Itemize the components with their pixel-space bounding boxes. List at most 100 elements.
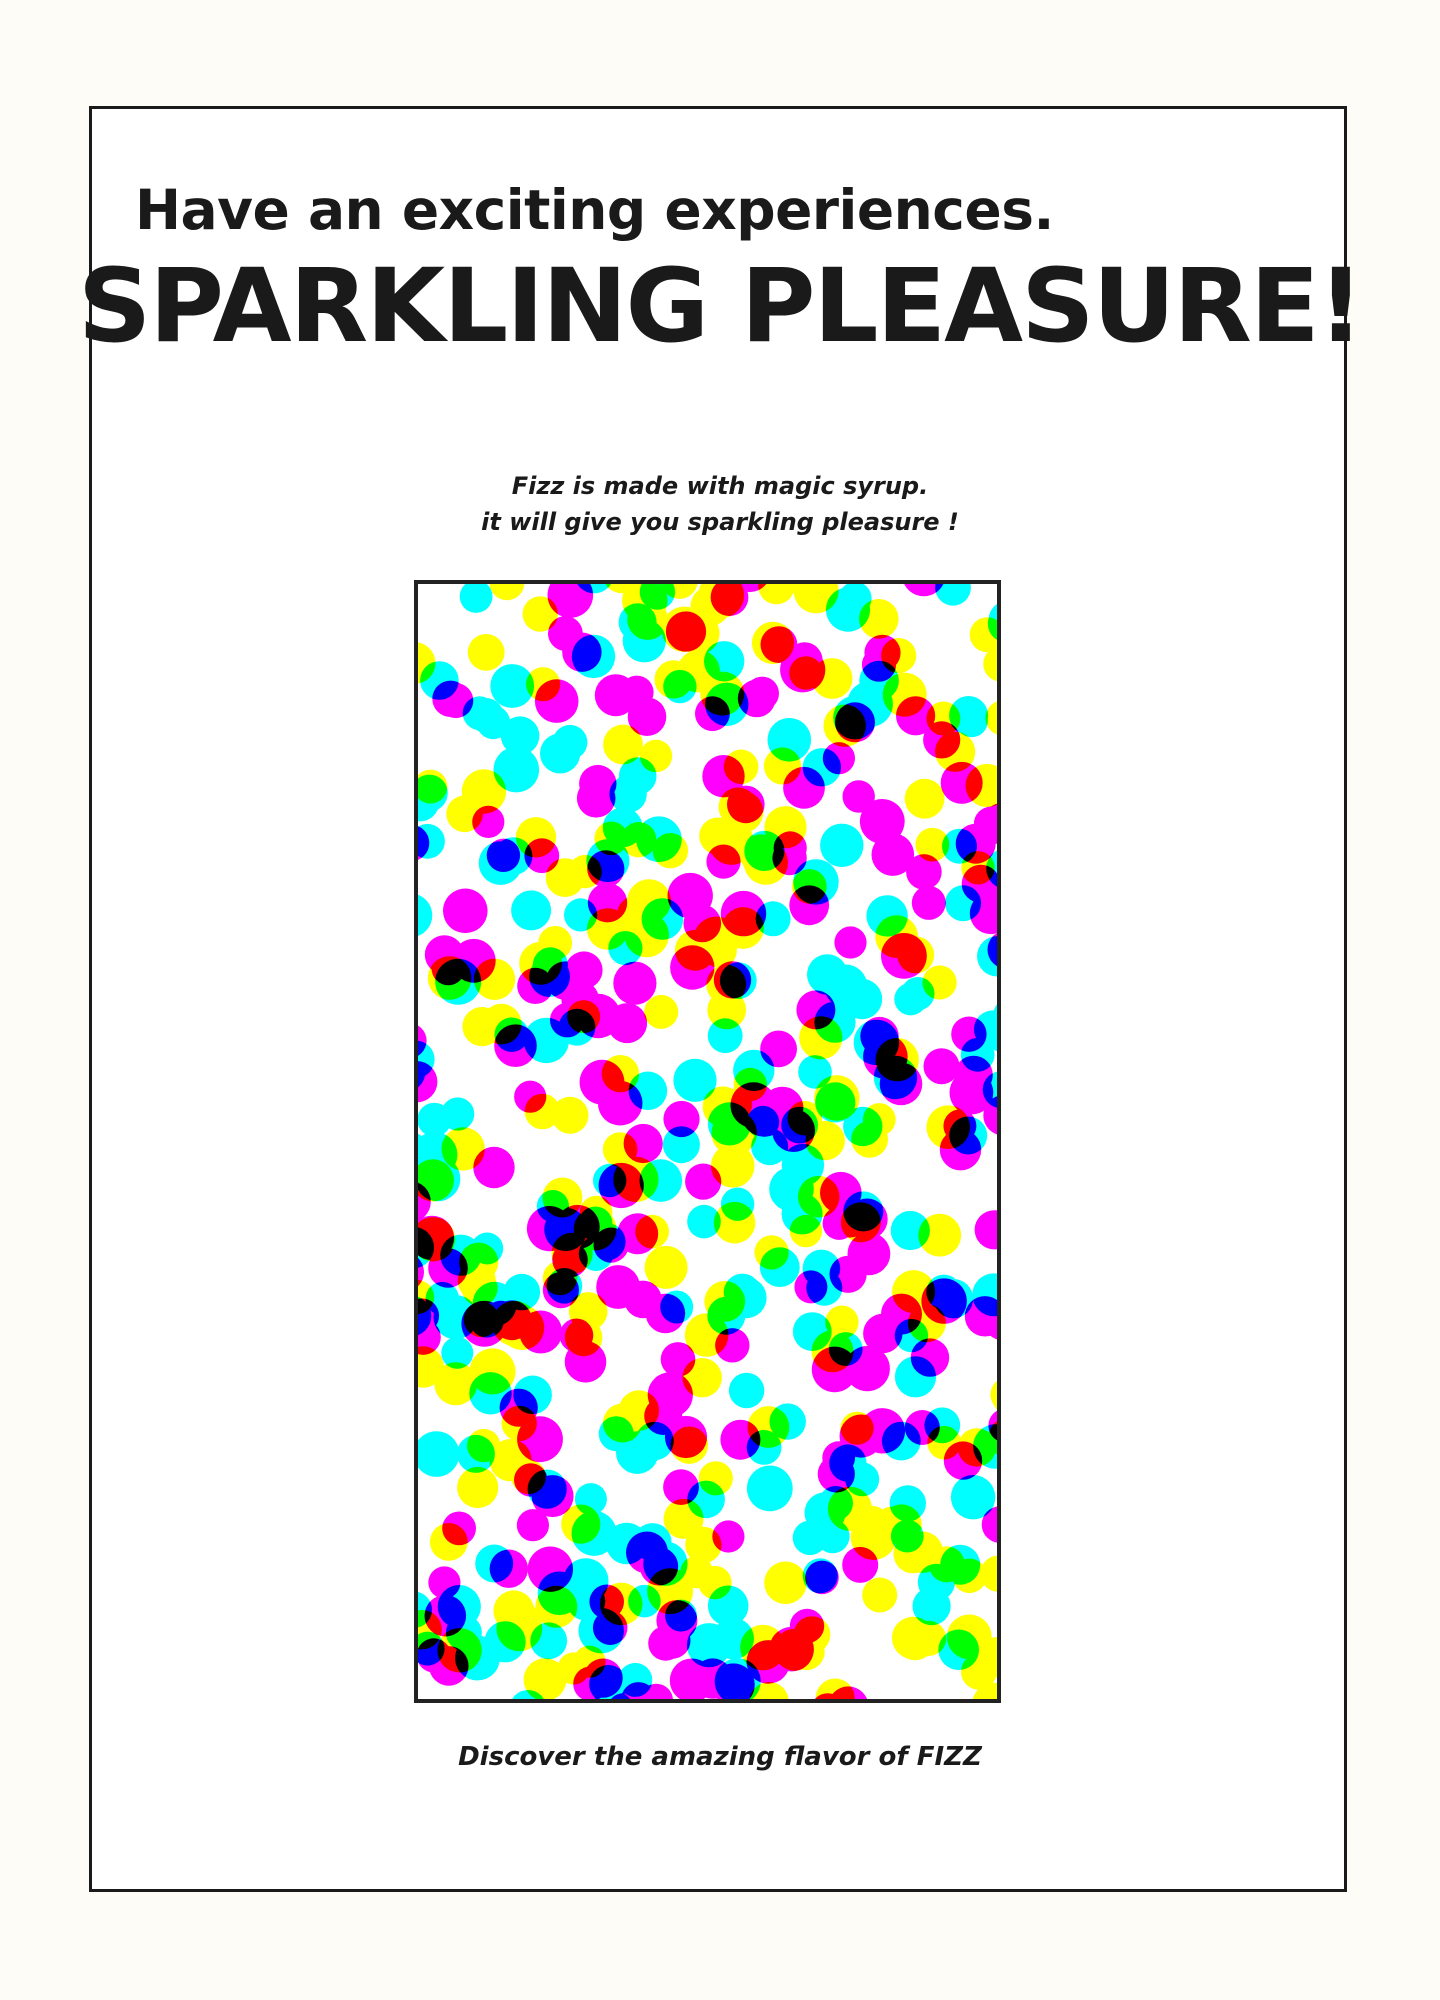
- bubble-dot: [489, 1549, 528, 1588]
- bubble-dot: [951, 1016, 987, 1052]
- bubble-dot: [764, 1561, 807, 1605]
- bubble-dot: [704, 1281, 746, 1322]
- bubble-dot: [841, 978, 883, 1020]
- bubble-dot: [754, 1235, 789, 1270]
- bubble-dot: [535, 1585, 578, 1628]
- bubble-dot: [462, 1007, 502, 1047]
- bubble-dot: [788, 1633, 825, 1671]
- bubble-dot: [542, 1177, 583, 1218]
- bubble-dot: [522, 596, 558, 632]
- bubble-dot: [706, 964, 747, 1005]
- bubble-dot: [457, 1261, 496, 1300]
- bubble-dot: [875, 1038, 919, 1082]
- bubble-dot: [601, 1055, 640, 1093]
- bubble-dot: [682, 1358, 722, 1398]
- bubble-dot: [677, 649, 720, 693]
- bubble-dot: [527, 1546, 573, 1592]
- bubble-dot: [511, 890, 552, 931]
- bubble-dot: [645, 1293, 686, 1334]
- bubble-dot: [974, 1210, 997, 1250]
- bubble-dot: [923, 1048, 960, 1085]
- bubble-dot: [602, 1403, 642, 1443]
- bubble-dot: [814, 1075, 860, 1121]
- bubble-dot: [499, 1305, 545, 1350]
- bubble-dot: [881, 638, 917, 674]
- bubble-dot: [438, 683, 474, 719]
- bubble-dot: [708, 819, 754, 865]
- bubble-dot: [764, 806, 807, 849]
- bubble-dot: [418, 1431, 460, 1477]
- bubble-dot: [815, 1678, 855, 1699]
- bubble-dot: [644, 994, 679, 1029]
- bubble-dot: [823, 704, 866, 747]
- bubble-dot: [811, 658, 853, 699]
- bubble-dot: [613, 961, 657, 1005]
- bubble-dot: [644, 1245, 688, 1289]
- bubble-dot: [840, 1202, 881, 1243]
- bubble-dot: [441, 1097, 475, 1131]
- bubble-dot: [840, 1411, 874, 1445]
- bubble-dot: [822, 742, 855, 775]
- bubble-dot: [955, 705, 988, 738]
- bubble-dot: [516, 1509, 549, 1542]
- bubble-pattern: [414, 580, 1001, 1703]
- bubble-dot: [957, 1428, 996, 1467]
- bubble-dot: [429, 1523, 468, 1561]
- bubble-dot: [820, 823, 864, 867]
- bubble-dot: [639, 739, 673, 773]
- footer-tagline: Discover the amazing flavor of FIZZ: [458, 1742, 982, 1772]
- bubble-dot: [551, 1096, 589, 1134]
- bubble-dot: [627, 599, 668, 640]
- bubble-dot: [699, 927, 737, 964]
- bubble-dot: [797, 1175, 840, 1218]
- bubble-dot: [723, 749, 759, 785]
- bubble-dot: [586, 908, 629, 950]
- bubble-dot: [904, 778, 945, 819]
- bubble-dot: [515, 817, 557, 858]
- bubble-dot: [894, 982, 927, 1016]
- bubble-dot: [910, 1338, 950, 1377]
- bubble-dot: [418, 894, 433, 936]
- bubble-dot: [728, 1372, 765, 1409]
- bubble-dot: [862, 1103, 896, 1136]
- bubble-dot: [922, 965, 957, 1000]
- intro-text: Fizz is made with magic syrup. it will g…: [0, 468, 1440, 540]
- bubble-dot: [677, 612, 720, 655]
- bubble-dot: [654, 1622, 691, 1659]
- bubble-dot: [467, 1428, 501, 1463]
- bubble-dot: [751, 621, 795, 664]
- bubble-dot: [670, 1426, 708, 1464]
- intro-line-2: it will give you sparkling pleasure !: [481, 508, 959, 536]
- bubble-dot: [680, 1555, 713, 1589]
- subtitle: Have an exciting experiences.: [135, 178, 1054, 242]
- bubble-dot: [794, 1270, 828, 1304]
- bubble-dot: [576, 779, 616, 818]
- bubble-dot: [620, 675, 654, 709]
- bubble-dot: [523, 1658, 567, 1699]
- bubble-dot: [907, 1304, 946, 1343]
- bubble-dot: [915, 827, 950, 862]
- bubble-dot: [594, 821, 628, 856]
- bubble-dot: [926, 1105, 970, 1149]
- bubble-dot: [568, 1292, 608, 1331]
- bubble-dot: [467, 634, 505, 671]
- bubble-dot: [799, 1016, 843, 1060]
- bubble-dot: [599, 1582, 643, 1626]
- bubble-dot: [859, 599, 899, 639]
- bubble-dot: [457, 1466, 499, 1509]
- bubble-dot: [624, 912, 669, 958]
- bubble-dot: [935, 731, 976, 772]
- bubble-dot: [635, 1214, 669, 1249]
- bubble-dot: [853, 1505, 890, 1542]
- bubble-dot: [418, 1061, 438, 1103]
- bubble-dot: [562, 632, 602, 672]
- bubble-dot: [519, 941, 562, 985]
- bubble-dot: [918, 1213, 962, 1257]
- bubble-dot: [573, 1645, 606, 1678]
- bubble-dot: [459, 584, 493, 613]
- bubble-dot: [985, 701, 997, 735]
- bubble-dot: [501, 1405, 537, 1442]
- bubble-dot: [461, 769, 507, 814]
- bubble-dot: [926, 701, 961, 736]
- bubble-dot: [526, 667, 561, 702]
